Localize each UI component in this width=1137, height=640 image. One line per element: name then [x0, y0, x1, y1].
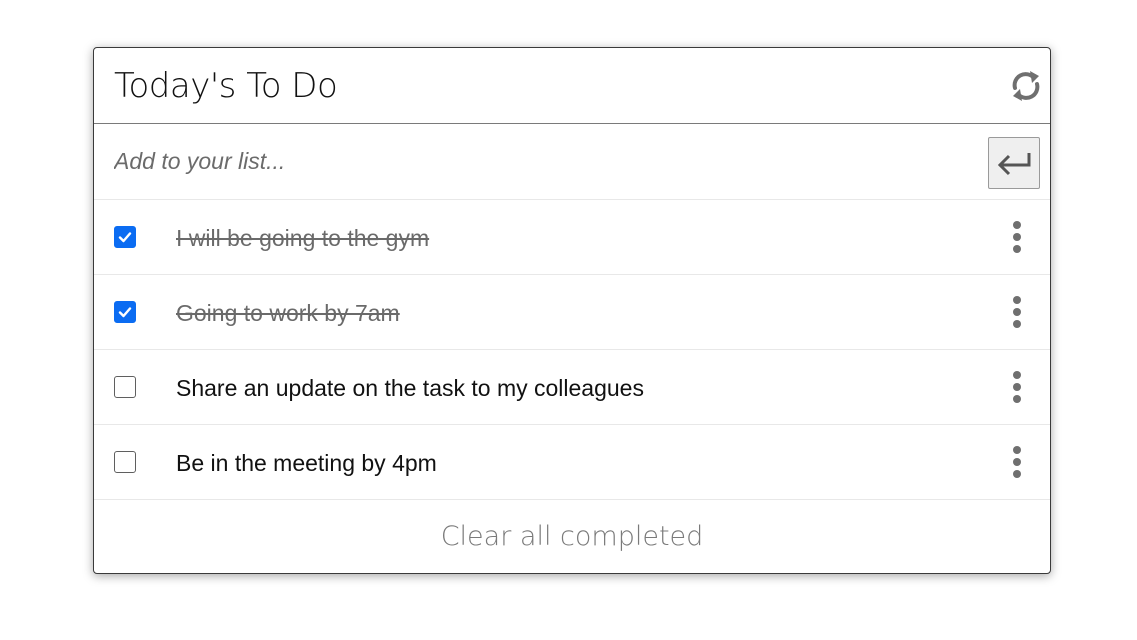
- refresh-icon[interactable]: [1008, 66, 1044, 106]
- clear-completed-button[interactable]: Clear all completed: [94, 520, 1050, 554]
- add-item-button[interactable]: [988, 137, 1040, 189]
- todo-card: Today's To Do I will be going to the gym: [93, 47, 1051, 574]
- more-options-icon[interactable]: [1010, 221, 1024, 253]
- todo-item-text: Be in the meeting by 4pm: [176, 450, 437, 476]
- add-item-row: [94, 124, 1050, 200]
- todo-item: Be in the meeting by 4pm: [94, 425, 1050, 500]
- todo-list: I will be going to the gym Going to work…: [94, 200, 1050, 500]
- todo-item: Going to work by 7am: [94, 275, 1050, 350]
- todo-item: Share an update on the task to my collea…: [94, 350, 1050, 425]
- todo-item: I will be going to the gym: [94, 200, 1050, 275]
- todo-checkbox[interactable]: [114, 376, 136, 398]
- more-options-icon[interactable]: [1010, 371, 1024, 403]
- todo-footer: Clear all completed: [94, 500, 1050, 573]
- add-item-input[interactable]: [94, 124, 974, 198]
- enter-arrow-icon: [997, 153, 1031, 176]
- page-title: Today's To Do: [114, 66, 338, 106]
- todo-item-text: Going to work by 7am: [176, 300, 400, 326]
- more-options-icon[interactable]: [1010, 296, 1024, 328]
- checkmark-icon: [118, 307, 132, 318]
- todo-item-text: I will be going to the gym: [176, 225, 430, 251]
- todo-checkbox[interactable]: [114, 301, 136, 323]
- todo-checkbox[interactable]: [114, 451, 136, 473]
- checkmark-icon: [118, 232, 132, 243]
- todo-item-text: Share an update on the task to my collea…: [176, 375, 644, 401]
- todo-header: Today's To Do: [94, 48, 1050, 124]
- todo-checkbox[interactable]: [114, 226, 136, 248]
- more-options-icon[interactable]: [1010, 446, 1024, 478]
